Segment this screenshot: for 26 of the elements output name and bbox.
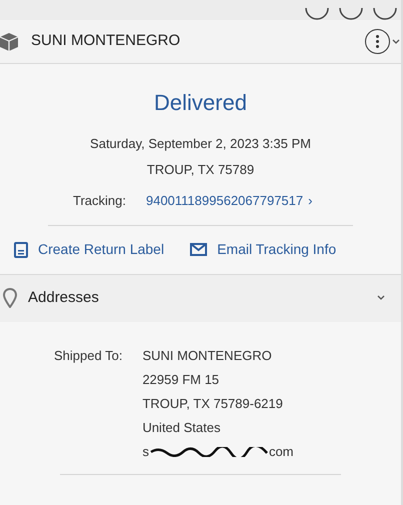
email-text: com <box>268 442 294 460</box>
address-line: 22959 FM 15 <box>142 370 220 388</box>
more-options-button[interactable] <box>365 29 390 54</box>
recipient-name: SUNI MONTENEGRO <box>31 31 180 52</box>
tracking-label: Tracking: <box>73 192 126 210</box>
chevron-down-icon[interactable] <box>377 294 385 302</box>
toolbar-icon[interactable] <box>305 8 329 20</box>
action-link[interactable]: Email Tracking Info <box>190 239 336 260</box>
envelope-icon <box>190 243 208 256</box>
address-line: United States <box>142 418 222 436</box>
action-link[interactable]: Create Return Label <box>14 239 164 260</box>
document-icon <box>14 242 28 258</box>
shipped-to-label: Shipped To: <box>54 346 122 365</box>
toolbar-icon[interactable] <box>373 8 397 20</box>
delivery-location: TROUP, TX 75789 <box>146 160 254 178</box>
delivery-status: Delivered <box>154 92 247 114</box>
location-pin-icon <box>3 288 17 308</box>
addresses-section-header[interactable]: Addresses <box>0 274 401 322</box>
address-line: TROUP, TX 75789-6219 <box>142 394 284 412</box>
toolbar-icon[interactable] <box>339 8 363 20</box>
delivery-date: Saturday, September 2, 2023 3:35 PM <box>90 135 311 153</box>
tracking-number-link[interactable]: 9400111899562067797517 › <box>146 191 312 210</box>
email-text: s <box>142 442 149 460</box>
chevron-down-icon[interactable] <box>392 38 400 44</box>
address-line: SUNI MONTENEGRO <box>142 346 273 364</box>
section-title: Addresses <box>28 288 99 308</box>
